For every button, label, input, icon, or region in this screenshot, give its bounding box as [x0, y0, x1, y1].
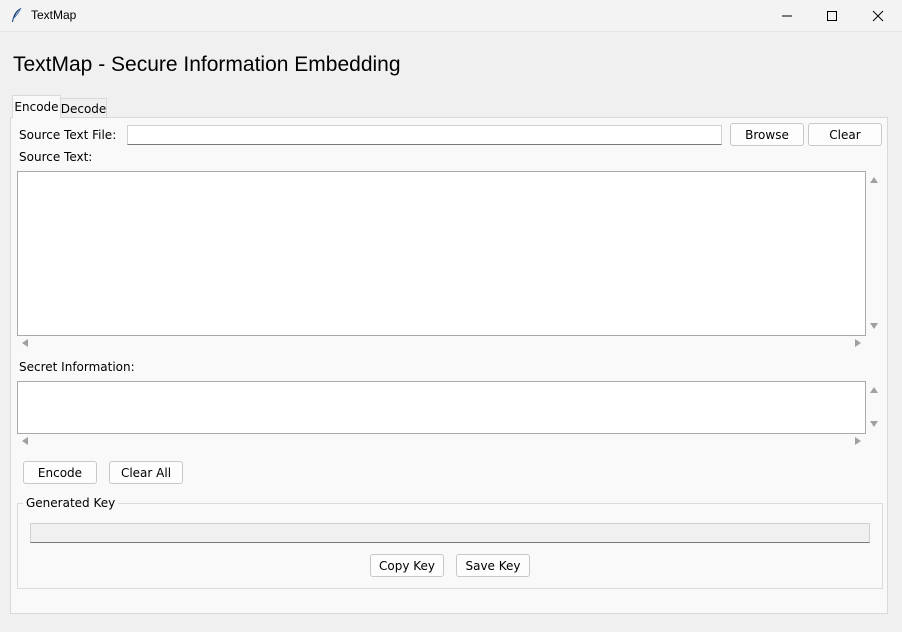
secret-info-area[interactable] [17, 381, 866, 434]
tab-decode[interactable]: Decode [61, 98, 107, 118]
scroll-right-icon[interactable] [855, 437, 861, 445]
copy-key-button[interactable]: Copy Key [370, 554, 444, 577]
title-bar: TextMap [0, 0, 902, 32]
maximize-button[interactable] [809, 0, 855, 31]
minimize-icon [782, 15, 792, 16]
generated-key-field[interactable] [30, 523, 870, 543]
clear-all-button[interactable]: Clear All [109, 461, 183, 484]
source-text-label: Source Text: [19, 150, 93, 164]
close-icon [872, 10, 884, 21]
source-file-label: Source Text File: [19, 128, 117, 142]
generated-key-label: Generated Key [23, 496, 119, 510]
source-text-area[interactable] [17, 171, 866, 336]
scroll-down-icon[interactable] [870, 323, 878, 329]
scroll-left-icon[interactable] [22, 339, 28, 347]
encode-button[interactable]: Encode [23, 461, 97, 484]
minimize-button[interactable] [764, 0, 810, 31]
scroll-down-icon[interactable] [870, 421, 878, 427]
secret-info-label: Secret Information: [19, 360, 135, 374]
generated-key-group [17, 503, 883, 589]
window-title: TextMap [31, 8, 77, 22]
scroll-up-icon[interactable] [870, 387, 878, 393]
scroll-left-icon[interactable] [22, 437, 28, 445]
feather-icon [12, 7, 22, 22]
scroll-up-icon[interactable] [870, 177, 878, 183]
scroll-right-icon[interactable] [855, 339, 861, 347]
source-file-input[interactable] [127, 125, 722, 145]
clear-button[interactable]: Clear [808, 123, 882, 146]
tab-encode[interactable]: Encode [12, 95, 61, 118]
page-title: TextMap - Secure Information Embedding [13, 53, 401, 76]
close-button[interactable] [855, 0, 901, 31]
save-key-button[interactable]: Save Key [456, 554, 530, 577]
browse-button[interactable]: Browse [730, 123, 804, 146]
maximize-icon [827, 10, 837, 21]
